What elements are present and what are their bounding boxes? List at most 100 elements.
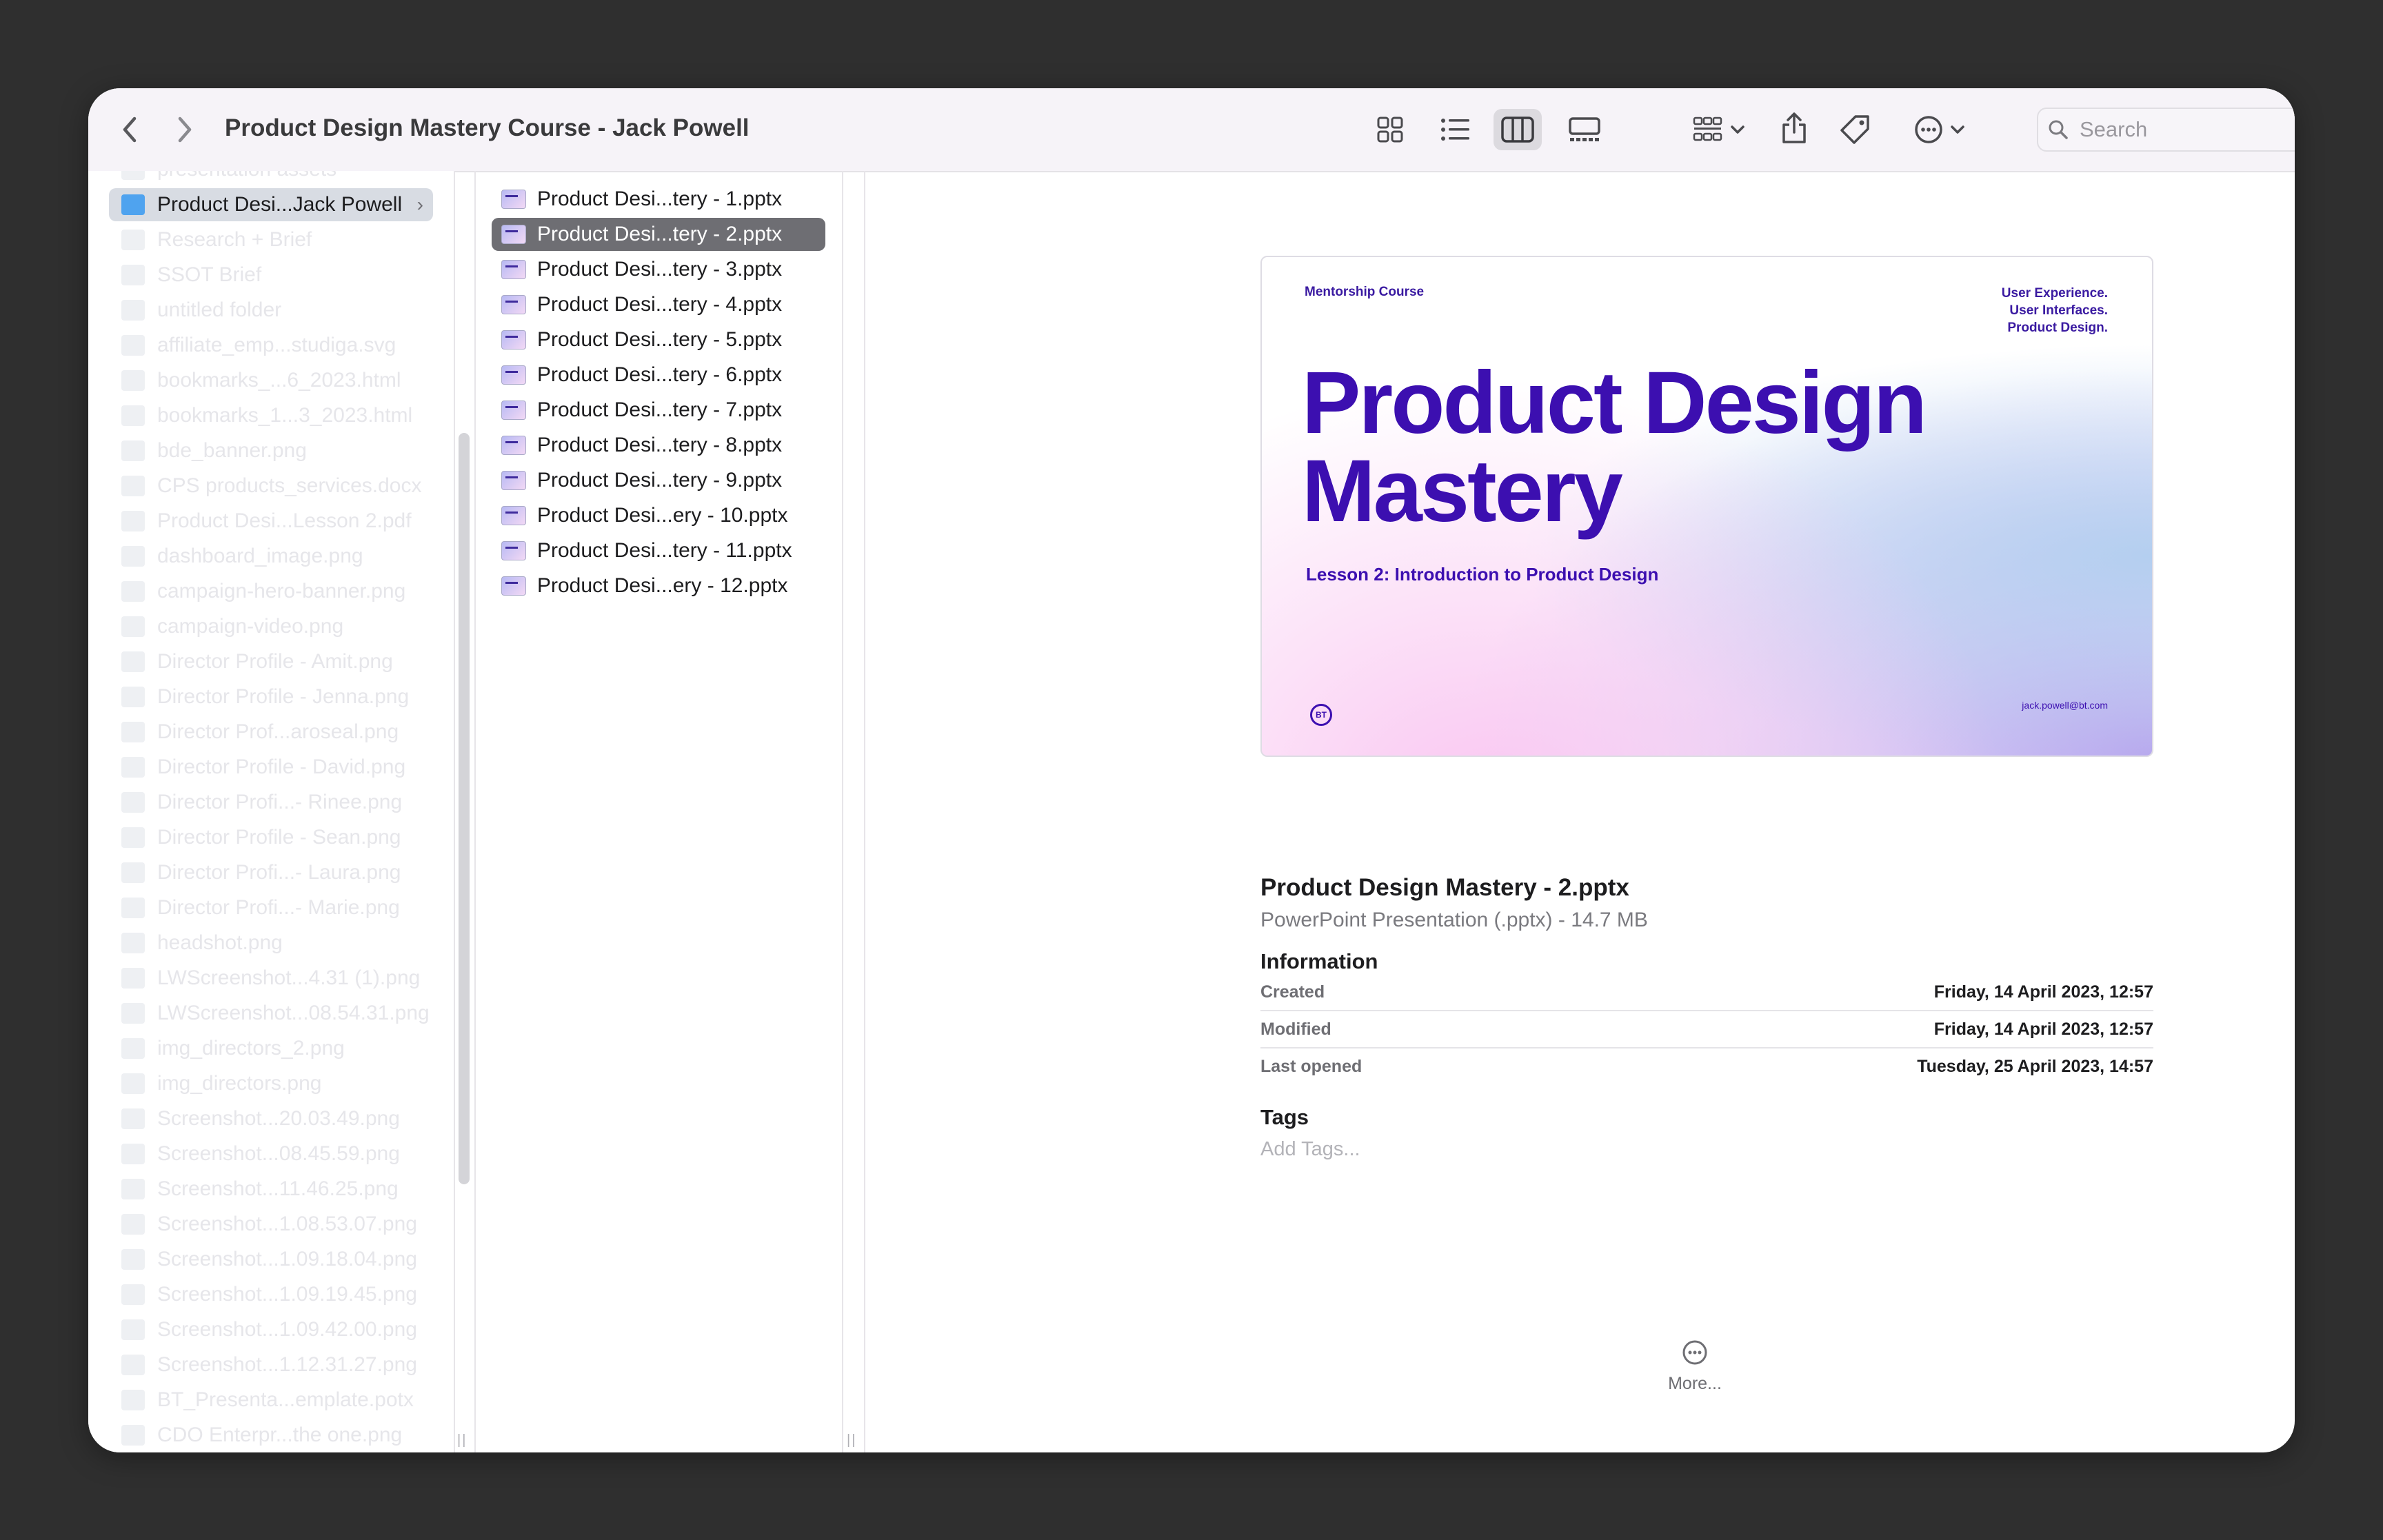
file-list-item[interactable]: Product Desi...ery - 10.pptx <box>492 499 825 532</box>
file-icon <box>121 933 145 953</box>
file-icon <box>121 687 145 707</box>
folder-list-item-label: dashboard_image.png <box>157 545 363 567</box>
file-list-item[interactable]: Product Desi...tery - 8.pptx <box>492 429 825 462</box>
group-by-button[interactable] <box>1681 109 1757 150</box>
folder-list-item[interactable]: Product Desi...Jack Powell › <box>109 188 433 221</box>
tags-header: Tags <box>1260 1105 1309 1129</box>
forward-button[interactable] <box>164 109 205 150</box>
folder-list-item-label: SSOT Brief <box>157 263 262 286</box>
folder-list-item[interactable]: Screenshot...11.46.25.png <box>109 1173 433 1206</box>
folder-list-item[interactable]: campaign-video.png <box>109 610 433 643</box>
folder-list-item-label: Research + Brief <box>157 228 312 251</box>
icon-view-button[interactable] <box>1366 109 1414 150</box>
file-list-item[interactable]: Product Desi...tery - 3.pptx <box>492 253 825 286</box>
column-resize-handle[interactable]: || <box>847 1432 856 1448</box>
file-icon <box>121 1319 145 1340</box>
preview-tagline-line: Product Design. <box>2007 321 2108 335</box>
folder-list-item[interactable]: Director Profile - David.png <box>109 751 433 784</box>
tags-input[interactable] <box>1260 1138 1674 1161</box>
column-scrollbar[interactable] <box>459 433 470 1184</box>
column-view-button[interactable] <box>1494 109 1542 150</box>
folder-list-item[interactable]: CPS products_services.docx <box>109 469 433 503</box>
back-button[interactable] <box>109 109 150 150</box>
file-list-item[interactable]: Product Desi...ery - 12.pptx <box>492 569 825 602</box>
folder-list-item[interactable]: Screenshot...1.09.18.04.png <box>109 1243 433 1276</box>
file-list-item[interactable]: Product Desi...tery - 1.pptx <box>492 183 825 216</box>
tag-button[interactable] <box>1833 108 1877 152</box>
folder-list-item[interactable]: Screenshot...1.09.19.45.png <box>109 1278 433 1311</box>
folder-list-item[interactable]: bookmarks_...6_2023.html <box>109 364 433 397</box>
finder-window: Product Design Mastery Course - Jack Pow… <box>88 88 2295 1452</box>
search-field[interactable] <box>2037 108 2295 152</box>
folder-list-item[interactable]: dashboard_image.png <box>109 540 433 573</box>
folder-list-item[interactable]: Screenshot...1.09.42.00.png <box>109 1313 433 1346</box>
pptx-file-icon <box>501 401 526 420</box>
more-button[interactable]: More... <box>1653 1339 1736 1408</box>
folder-list-item[interactable]: LWScreenshot...4.31 (1).png <box>109 962 433 995</box>
preview-tagline-line: User Interfaces. <box>2009 303 2108 318</box>
info-row-value: Tuesday, 25 April 2023, 14:57 <box>1917 1056 2153 1076</box>
list-view-button[interactable] <box>1431 109 1480 150</box>
file-list-item-label: Product Desi...tery - 5.pptx <box>537 328 783 351</box>
folder-list-item-label: Director Profile - David.png <box>157 756 406 778</box>
pptx-file-icon <box>501 330 526 349</box>
folder-list-item[interactable]: untitled folder <box>109 294 433 327</box>
folder-list-item[interactable]: Screenshot...20.03.49.png <box>109 1102 433 1135</box>
file-list-item-label: Product Desi...tery - 6.pptx <box>537 363 783 386</box>
pptx-file-icon <box>501 295 526 314</box>
folder-list-item[interactable]: BT_Presenta...emplate.potx <box>109 1384 433 1417</box>
folder-list-item-label: Screenshot...08.45.59.png <box>157 1142 400 1165</box>
folder-list-item[interactable]: SSOT Brief <box>109 259 433 292</box>
file-list-item-label: Product Desi...ery - 10.pptx <box>537 504 788 527</box>
folder-list-item[interactable]: headshot.png <box>109 926 433 960</box>
gallery-view-button[interactable] <box>1560 109 1609 150</box>
preview-course-label: Mentorship Course <box>1305 285 1425 299</box>
folder-icon <box>121 230 145 250</box>
folder-list-item[interactable]: img_directors.png <box>109 1067 433 1100</box>
folder-list-item[interactable]: img_directors_2.png <box>109 1032 433 1065</box>
action-menu-button[interactable] <box>1902 109 1978 150</box>
file-icon <box>121 1355 145 1375</box>
info-row-label: Modified <box>1260 1019 1331 1039</box>
folder-list-item[interactable]: Product Desi...Lesson 2.pdf <box>109 505 433 538</box>
file-icon <box>121 1179 145 1199</box>
file-preview-thumbnail[interactable]: Mentorship Course User Experience. User … <box>1260 256 2153 757</box>
file-list-item[interactable]: Product Desi...tery - 9.pptx <box>492 464 825 497</box>
folder-list-item[interactable]: Director Profile - Jenna.png <box>109 680 433 713</box>
file-list-item[interactable]: Product Desi...tery - 4.pptx <box>492 288 825 321</box>
folder-list-item[interactable]: LWScreenshot...08.54.31.png <box>109 997 433 1030</box>
folder-list-item-label: LWScreenshot...08.54.31.png <box>157 1002 430 1024</box>
folder-list-item[interactable]: bde_banner.png <box>109 434 433 467</box>
file-icon <box>121 1425 145 1446</box>
folder-list-item[interactable]: Director Profile - Sean.png <box>109 821 433 854</box>
file-list-item[interactable]: Product Desi...tery - 6.pptx <box>492 358 825 392</box>
folder-list-item[interactable]: presentation assets <box>109 171 433 186</box>
folder-list-item-label: Product Desi...Jack Powell <box>157 193 403 216</box>
column-resize-handle[interactable]: || <box>457 1432 467 1448</box>
folder-list-item[interactable]: CDO Enterpr...the one.png <box>109 1419 433 1452</box>
preview-email: jack.powell@bt.com <box>2022 700 2108 711</box>
folder-list-item[interactable]: Research + Brief <box>109 223 433 256</box>
folder-list-item[interactable]: campaign-hero-banner.png <box>109 575 433 608</box>
folder-list-item[interactable]: bookmarks_1...3_2023.html <box>109 399 433 432</box>
folder-list-item[interactable]: Director Profile - Amit.png <box>109 645 433 678</box>
folder-list-item[interactable]: Screenshot...1.08.53.07.png <box>109 1208 433 1241</box>
folder-list-item[interactable]: Director Profi...- Marie.png <box>109 891 433 924</box>
folder-list-item[interactable]: Screenshot...1.12.31.27.png <box>109 1348 433 1381</box>
file-list-item[interactable]: Product Desi...tery - 7.pptx <box>492 394 825 427</box>
folder-list-item[interactable]: Director Profi...- Rinee.png <box>109 786 433 819</box>
folder-list-item-label: Screenshot...1.09.19.45.png <box>157 1283 417 1306</box>
folder-list-item[interactable]: Director Prof...aroseal.png <box>109 716 433 749</box>
folder-list-item[interactable]: Screenshot...08.45.59.png <box>109 1137 433 1171</box>
ellipsis-circle-icon <box>1682 1340 1707 1365</box>
file-icon <box>121 440 145 461</box>
file-list-item[interactable]: Product Desi...tery - 2.pptx <box>492 218 825 251</box>
search-input[interactable] <box>2078 116 2288 143</box>
file-list-item[interactable]: Product Desi...tery - 5.pptx <box>492 323 825 356</box>
file-icon <box>121 476 145 496</box>
file-list-item[interactable]: Product Desi...tery - 11.pptx <box>492 534 825 567</box>
share-button[interactable] <box>1773 106 1815 150</box>
file-icon <box>121 1144 145 1164</box>
folder-list-item[interactable]: Director Profi...- Laura.png <box>109 856 433 889</box>
folder-list-item[interactable]: affiliate_emp...studiga.svg <box>109 329 433 362</box>
